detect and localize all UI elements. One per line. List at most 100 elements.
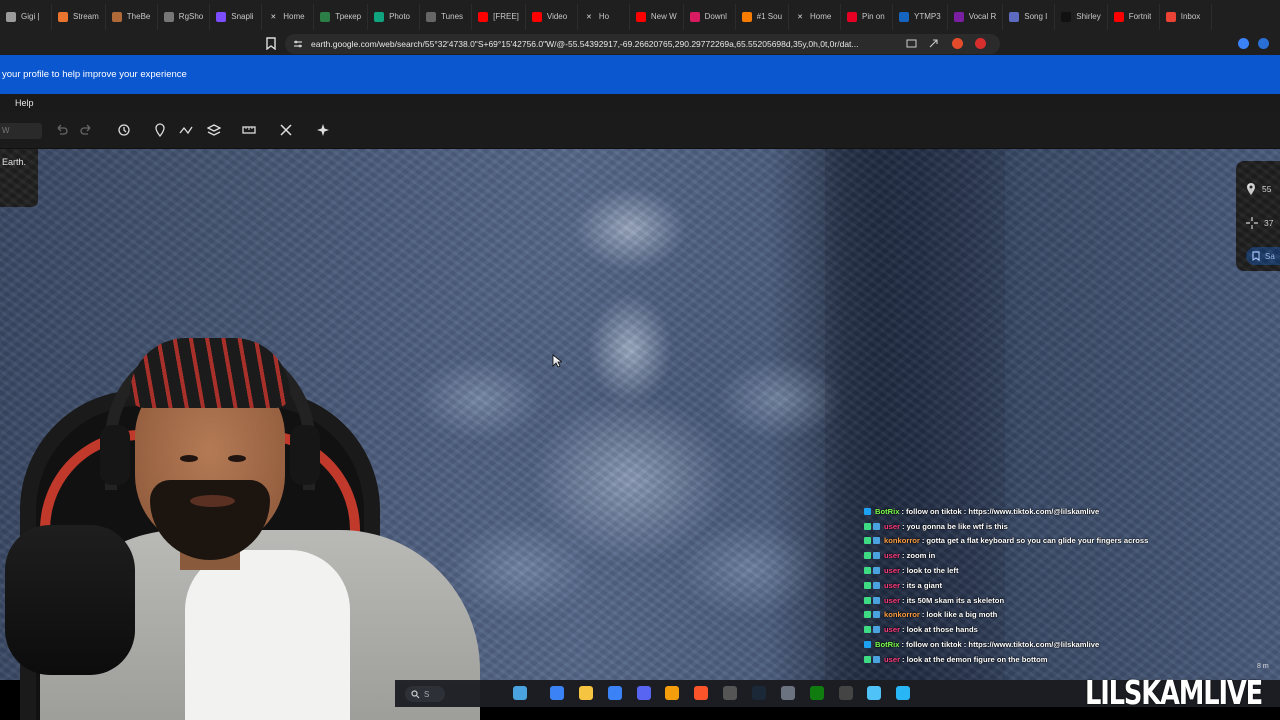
browser-tab[interactable]: ✕ Home xyxy=(789,3,842,30)
browser-tab[interactable]: New W xyxy=(630,3,684,30)
browser-tab[interactable]: YTMP3 xyxy=(893,3,948,30)
chat-separator: : xyxy=(902,654,905,664)
store-icon[interactable] xyxy=(608,686,622,700)
search-input[interactable]: W xyxy=(0,123,42,139)
vpn-icon[interactable] xyxy=(1238,38,1249,49)
generic-tab-icon xyxy=(6,11,16,22)
chrome-orange-icon[interactable] xyxy=(665,686,679,700)
shop-icon xyxy=(163,11,174,22)
chat-message: BotRix : follow on tiktok : https://www.… xyxy=(864,637,1194,652)
chat-username: user xyxy=(884,580,901,590)
add-path-icon[interactable] xyxy=(179,123,193,137)
browser-tab[interactable]: Video xyxy=(526,3,578,30)
chat-message-text: you gonna be like wtf is this xyxy=(906,521,1008,531)
altitude-row: 37 xyxy=(1246,215,1280,231)
browser-tab[interactable]: Gigi | xyxy=(0,3,52,30)
browser-tab[interactable]: ✕ Ho xyxy=(578,3,630,30)
sparkle-icon[interactable] xyxy=(316,123,330,137)
location-pin-icon xyxy=(1247,183,1255,195)
copilot-icon[interactable] xyxy=(550,686,564,700)
steam-icon[interactable] xyxy=(752,686,766,700)
keyboard-icon[interactable] xyxy=(781,686,795,700)
4k-icon[interactable] xyxy=(839,686,853,700)
browser-tab[interactable]: Snapli xyxy=(210,3,263,30)
menu-help[interactable]: Help xyxy=(15,98,34,108)
redo-icon[interactable] xyxy=(80,123,94,137)
youtube-icon xyxy=(531,11,542,22)
discord-icon[interactable] xyxy=(637,686,651,700)
brave-icon[interactable] xyxy=(694,686,708,700)
browser-tab-label: Трекер xyxy=(335,12,362,21)
snap-icon xyxy=(216,11,227,22)
coordinates-panel: 55 37 Sa xyxy=(1236,161,1280,271)
browser-tab[interactable]: TheBe xyxy=(106,3,158,30)
wallet-icon[interactable] xyxy=(1258,38,1269,49)
browser-tab-label: Ho xyxy=(598,12,610,21)
chat-separator: : xyxy=(901,506,904,516)
history-icon[interactable] xyxy=(117,123,131,137)
brave-shield-icon[interactable] xyxy=(952,38,963,49)
extension-icon[interactable] xyxy=(975,38,986,49)
save-button[interactable]: Sa xyxy=(1246,247,1280,265)
browser-tab-label: Downl xyxy=(704,12,727,21)
subscriber-badge-icon xyxy=(873,537,880,545)
browser-tab[interactable]: #1 Sou xyxy=(736,3,790,30)
streamer-shirt xyxy=(185,550,350,720)
chat-message-text: look at the demon figure on the bottom xyxy=(906,654,1048,664)
browser-tab[interactable]: ✕ Home xyxy=(262,3,315,30)
browser-tab[interactable]: Downl xyxy=(684,3,736,30)
browser-tab[interactable]: Photo xyxy=(368,3,421,30)
subscriber-badge-icon xyxy=(873,611,880,619)
layers-icon[interactable] xyxy=(207,123,221,137)
chat-message: BotRix : follow on tiktok : https://www.… xyxy=(864,504,1194,519)
photos-icon[interactable] xyxy=(896,686,910,700)
subscriber-badge-icon xyxy=(873,581,880,589)
browser-tab[interactable]: RgSho xyxy=(158,3,211,30)
chat-message: user : look at the demon figure on the b… xyxy=(864,652,1194,667)
share-icon[interactable] xyxy=(928,38,939,49)
measure-icon[interactable] xyxy=(242,123,256,137)
site-settings-icon[interactable] xyxy=(293,39,303,49)
chat-message-text: look to the left xyxy=(906,566,959,576)
chat-username: konkorror xyxy=(884,536,920,546)
url-text[interactable]: earth.google.com/web/search/55°32'4738.0… xyxy=(311,39,901,49)
install-app-icon[interactable] xyxy=(906,38,917,49)
folder-icon[interactable] xyxy=(579,686,593,700)
browser-tab[interactable]: Stream xyxy=(52,3,106,30)
browser-tab[interactable]: Inbox xyxy=(1160,3,1212,30)
chat-message-text: look at those hands xyxy=(906,625,978,635)
obs-icon[interactable] xyxy=(723,686,737,700)
chat-message: user : look at those hands xyxy=(864,622,1194,637)
xbox-icon[interactable] xyxy=(810,686,824,700)
platform-badge-icon xyxy=(864,552,871,560)
notification-banner: your profile to help improve your experi… xyxy=(0,55,1280,94)
browser-tab[interactable]: Song I xyxy=(1003,3,1056,30)
browser-tab-label: Inbox xyxy=(1180,12,1201,21)
bookmark-icon[interactable] xyxy=(265,37,277,50)
browser-tab[interactable]: Трекер xyxy=(314,3,369,30)
undo-icon[interactable] xyxy=(54,123,68,137)
browser-tab-label: YTMP3 xyxy=(914,12,941,21)
subscriber-badge-icon xyxy=(873,552,880,560)
browser-tab[interactable]: Pin on xyxy=(841,3,894,30)
omnibox[interactable]: earth.google.com/web/search/55°32'4738.0… xyxy=(285,34,1000,54)
file-explorer-icon[interactable] xyxy=(513,686,527,700)
tools-icon[interactable] xyxy=(279,123,293,137)
browser-tab-label: Gigi | xyxy=(21,12,40,21)
headphone-left-cup xyxy=(100,425,130,485)
browser-tab[interactable]: Shirley xyxy=(1055,3,1108,30)
webcam-overlay xyxy=(0,330,500,720)
add-placemark-icon[interactable] xyxy=(153,123,167,137)
browser-tab[interactable]: [FREE] xyxy=(472,3,526,30)
subscriber-badge-icon xyxy=(873,596,880,604)
chat-message: user : look to the left xyxy=(864,563,1194,578)
taskbar-search[interactable]: S xyxy=(405,686,445,702)
chat-message: user : its a giant xyxy=(864,578,1194,593)
browser-tab-label: RgSho xyxy=(178,12,204,21)
chat-message-text: follow on tiktok : https://www.tiktok.co… xyxy=(906,506,1100,516)
browser-tab[interactable]: Vocal R xyxy=(948,3,1004,30)
chat-message-text: its 50M skam its a skeleton xyxy=(906,595,1005,605)
browser-tab[interactable]: Fortnit xyxy=(1108,3,1160,30)
notepad-icon[interactable] xyxy=(867,686,881,700)
browser-tab[interactable]: Tunes xyxy=(420,3,473,30)
